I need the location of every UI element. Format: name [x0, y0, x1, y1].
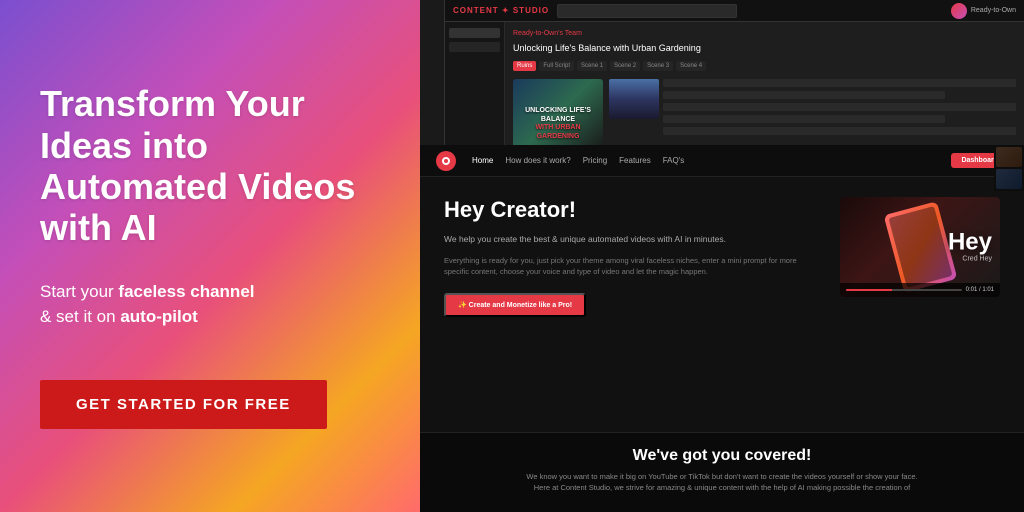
nav-home[interactable]: Home — [472, 156, 493, 165]
nav-how[interactable]: How does it work? — [505, 156, 570, 165]
studio-property-fields — [663, 79, 1016, 149]
side-thumb-1 — [996, 147, 1022, 167]
prop-field-3 — [663, 103, 1016, 111]
video-progress-bar[interactable] — [846, 289, 962, 291]
website-main-heading: Hey Creator! — [444, 197, 816, 223]
studio-city-thumbnail — [609, 79, 659, 119]
studio-search[interactable] — [557, 4, 737, 18]
tab-fullscript[interactable]: Full Script — [539, 61, 574, 71]
video-content: Hey Cred Hey — [840, 197, 1000, 297]
video-progress-fill — [846, 289, 892, 291]
hero-headline: Transform Your Ideas into Automated Vide… — [40, 83, 380, 249]
bottom-heading: We've got you covered! — [444, 447, 1000, 465]
tab-scene2[interactable]: Scene 2 — [610, 61, 640, 71]
prop-field-1 — [663, 79, 1016, 87]
studio-logo: CONTENT ✦ STUDIO — [453, 6, 549, 15]
video-text-overlay: Hey Cred Hey — [948, 230, 992, 263]
website-body-text: We help you create the best & unique aut… — [444, 233, 816, 247]
sidebar-dashboard[interactable] — [449, 28, 500, 38]
studio-scene-tabs: Ruins Full Script Scene 1 Scene 2 Scene … — [513, 61, 1016, 71]
side-thumbnail-strip — [994, 145, 1024, 191]
left-panel: Transform Your Ideas into Automated Vide… — [0, 0, 420, 512]
studio-topbar: CONTENT ✦ STUDIO Ready-to-Own — [445, 0, 1024, 22]
studio-video-title: Unlocking Life's Balance with Urban Gard… — [513, 43, 1016, 53]
video-hey-text: Hey — [948, 230, 992, 254]
video-phone-mockup — [883, 201, 957, 293]
side-thumb-2 — [996, 169, 1022, 189]
main-website-screenshot: Home How does it work? Pricing Features … — [420, 145, 1024, 512]
video-controls: 0:01 / 1:01 — [840, 283, 1000, 297]
website-body-small: Everything is ready for you, just pick y… — [444, 255, 816, 278]
prop-field-2 — [663, 91, 945, 99]
video-creator-text: Cred Hey — [948, 254, 992, 263]
sidebar-videos[interactable] — [449, 42, 500, 52]
website-bottom-section: We've got you covered! We know you want … — [420, 432, 1024, 512]
nav-logo — [436, 151, 456, 171]
prop-field-4 — [663, 115, 945, 123]
studio-editor: UNLOCKING LIFE'S BALANCE WITH URBAN GARD… — [513, 79, 1016, 149]
studio-user-area: Ready-to-Own — [951, 3, 1016, 19]
hero-subtitle: Start your faceless channel & set it on … — [40, 279, 380, 330]
tab-ruins[interactable]: Ruins — [513, 61, 536, 71]
tab-scene3[interactable]: Scene 3 — [643, 61, 673, 71]
studio-breadcrumb: Ready-to-Own's Team — [513, 30, 1016, 37]
studio-video-overlay-text: UNLOCKING LIFE'S BALANCE WITH URBAN GARD… — [517, 107, 599, 141]
bottom-text: We know you want to make it big on YouTu… — [472, 471, 972, 494]
user-name: Ready-to-Own — [971, 7, 1016, 14]
video-time: 0:01 / 1:01 — [966, 287, 994, 293]
website-nav: Home How does it work? Pricing Features … — [420, 145, 1024, 177]
nav-faq[interactable]: FAQ's — [663, 156, 685, 165]
get-started-button[interactable]: GET STARTED FOR FREE — [40, 380, 327, 429]
website-video-player[interactable]: Hey Cred Hey 0:01 / 1:01 — [840, 197, 1000, 297]
user-avatar — [951, 3, 967, 19]
website-cta-button[interactable]: ✨ Create and Monetize like a Pro! — [444, 293, 586, 317]
prop-field-5 — [663, 127, 1016, 135]
nav-items: Home How does it work? Pricing Features … — [472, 156, 684, 165]
right-panel: CONTENT ✦ STUDIO Ready-to-Own Ready-to-O… — [420, 0, 1024, 512]
nav-logo-inner — [442, 157, 450, 165]
tab-scene1[interactable]: Scene 1 — [577, 61, 607, 71]
studio-video-thumbnail: UNLOCKING LIFE'S BALANCE WITH URBAN GARD… — [513, 79, 603, 149]
nav-features[interactable]: Features — [619, 156, 651, 165]
studio-properties-panel — [609, 79, 1016, 149]
nav-pricing[interactable]: Pricing — [583, 156, 607, 165]
tab-scene4[interactable]: Scene 4 — [676, 61, 706, 71]
